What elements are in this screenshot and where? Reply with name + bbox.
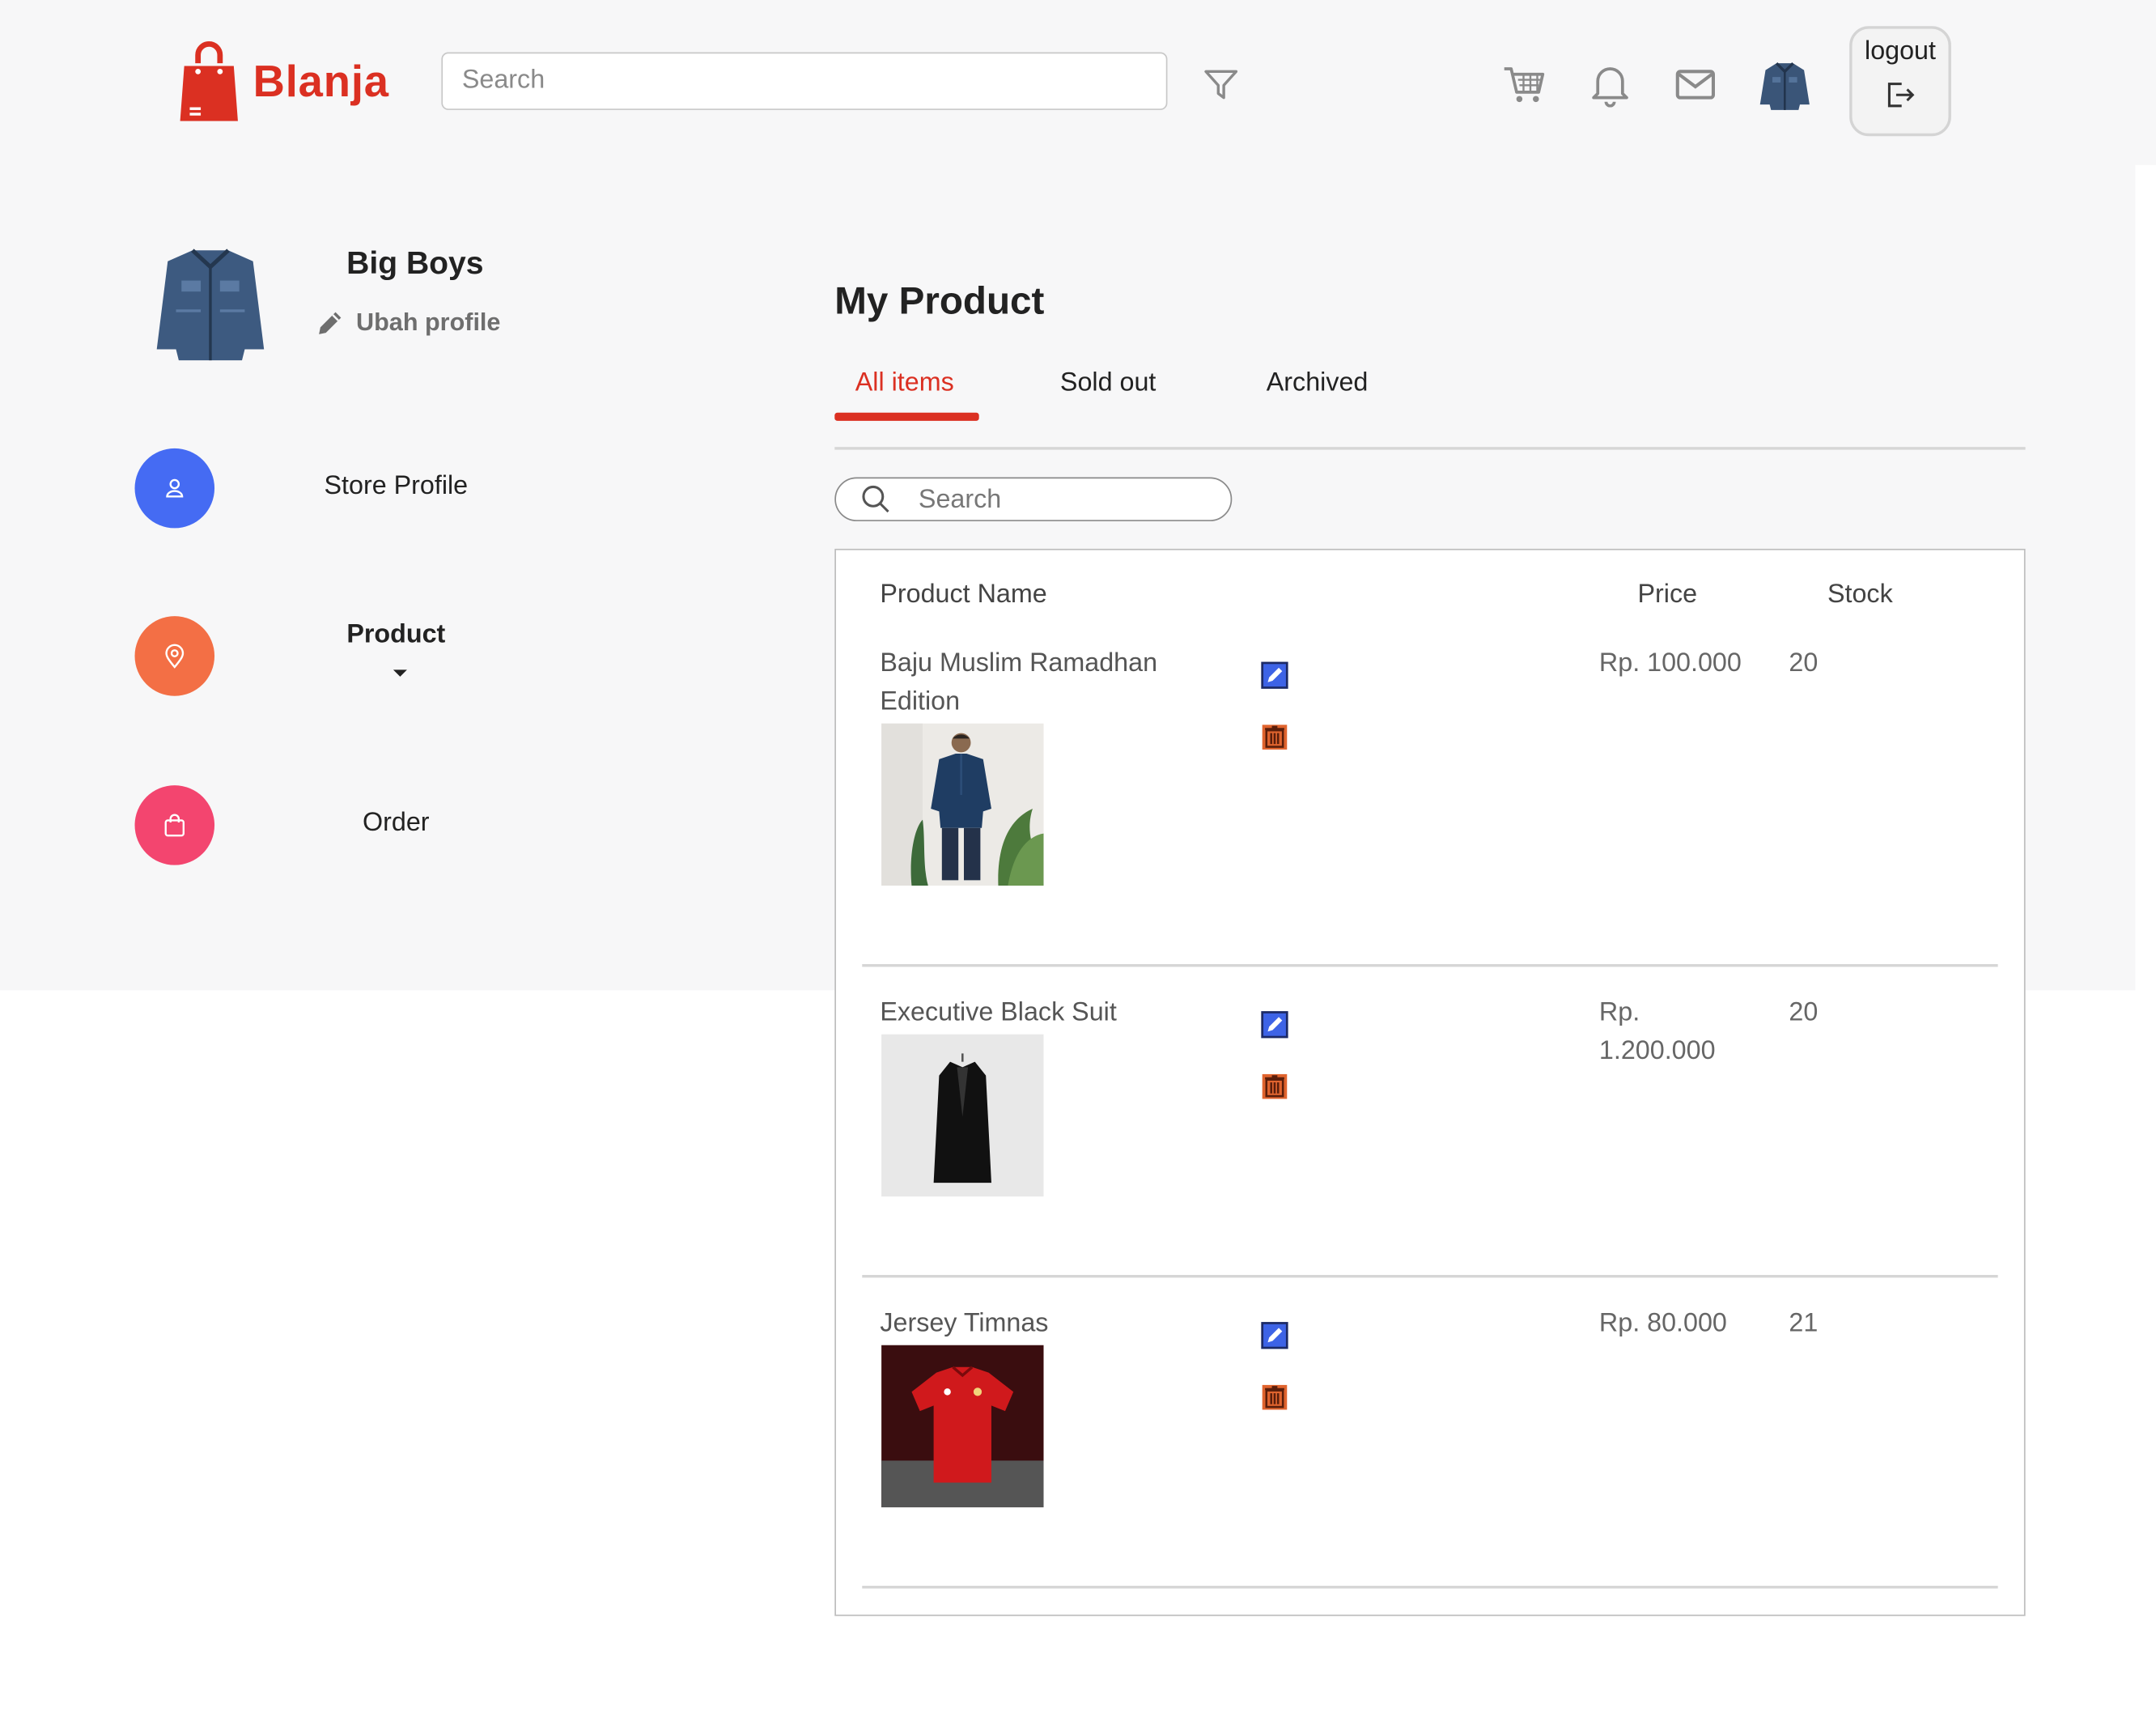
store-profile-nav-icon[interactable] bbox=[134, 448, 215, 529]
logout-button[interactable]: logout bbox=[1849, 26, 1951, 137]
logout-label: logout bbox=[1865, 36, 1937, 66]
product-price: Rp. 1.200.000 bbox=[1598, 998, 1716, 1066]
product-price: Rp. 100.000 bbox=[1598, 648, 1742, 678]
search-icon bbox=[862, 485, 889, 513]
store-name: Big Boys bbox=[346, 244, 484, 281]
product-thumbnail bbox=[881, 1345, 1044, 1508]
shopping-bag-outline-icon bbox=[164, 814, 185, 837]
sidebar-item-product[interactable]: Product bbox=[258, 620, 533, 650]
edit-profile-label: Ubah profile bbox=[356, 308, 501, 336]
header-search-input[interactable] bbox=[441, 52, 1168, 110]
product-stock: 20 bbox=[1789, 998, 1819, 1028]
row-divider bbox=[862, 963, 1998, 967]
column-header-price: Price bbox=[1637, 580, 1698, 610]
product-nav-icon[interactable] bbox=[134, 616, 215, 696]
edit-icon[interactable] bbox=[1261, 661, 1288, 689]
brand-logo[interactable]: Blanja bbox=[179, 39, 389, 124]
tab-archived[interactable]: Archived bbox=[1267, 368, 1369, 398]
mail-icon[interactable] bbox=[1672, 61, 1719, 108]
pencil-icon bbox=[319, 311, 342, 334]
brand-name: Blanja bbox=[253, 55, 389, 105]
location-pin-icon bbox=[165, 644, 185, 669]
product-name: Baju Muslim Ramadhan Edition bbox=[880, 648, 1158, 717]
cart-icon[interactable] bbox=[1501, 61, 1548, 108]
tab-all-items[interactable]: All items bbox=[855, 368, 954, 398]
edit-icon[interactable] bbox=[1261, 1011, 1288, 1039]
shopping-bag-icon bbox=[180, 40, 238, 121]
user-icon bbox=[166, 478, 184, 498]
filter-icon[interactable] bbox=[1202, 65, 1241, 104]
product-thumbnail bbox=[881, 1034, 1044, 1197]
row-divider bbox=[862, 1585, 1998, 1589]
tab-sold-out[interactable]: Sold out bbox=[1060, 368, 1156, 398]
bell-icon[interactable] bbox=[1587, 61, 1634, 108]
sidebar-item-store-profile[interactable]: Store Profile bbox=[258, 472, 533, 502]
product-price: Rp. 80.000 bbox=[1598, 1309, 1727, 1339]
product-name: Jersey Timnas bbox=[880, 1309, 1049, 1339]
store-avatar bbox=[156, 249, 265, 361]
sidebar-item-order[interactable]: Order bbox=[258, 809, 533, 839]
edit-profile-link[interactable]: Ubah profile bbox=[316, 308, 501, 338]
trash-icon[interactable] bbox=[1261, 1073, 1288, 1100]
product-thumbnail bbox=[881, 723, 1044, 886]
column-header-stock: Stock bbox=[1827, 580, 1893, 610]
logout-icon bbox=[1887, 83, 1915, 108]
page-title: My Product bbox=[834, 278, 1045, 322]
page: Blanja logout bbox=[0, 0, 2156, 1706]
trash-icon[interactable] bbox=[1261, 724, 1288, 751]
product-search-field[interactable] bbox=[834, 477, 1233, 521]
row-divider bbox=[862, 1274, 1998, 1278]
trash-icon[interactable] bbox=[1261, 1383, 1288, 1411]
product-name: Executive Black Suit bbox=[880, 998, 1117, 1028]
caret-down-icon[interactable] bbox=[392, 669, 408, 680]
user-avatar-icon[interactable] bbox=[1757, 57, 1812, 113]
active-tab-indicator bbox=[834, 412, 979, 421]
column-header-product-name: Product Name bbox=[880, 580, 1047, 610]
product-stock: 20 bbox=[1789, 648, 1819, 678]
product-search-input[interactable] bbox=[915, 481, 1211, 521]
tabs-divider bbox=[834, 447, 2026, 450]
edit-icon[interactable] bbox=[1261, 1322, 1288, 1349]
product-stock: 21 bbox=[1789, 1309, 1819, 1339]
order-nav-icon[interactable] bbox=[134, 785, 215, 865]
